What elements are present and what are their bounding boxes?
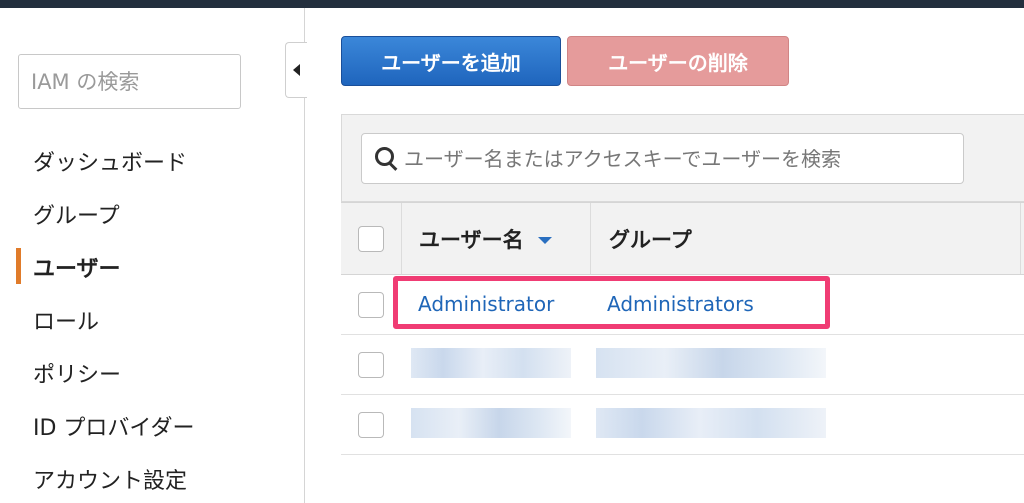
column-header-groups[interactable]: グループ (591, 203, 1021, 274)
sidebar-nav: ダッシュボード グループ ユーザー ロール ポリシー ID プロバイダー アカウ… (0, 134, 304, 503)
console-top-bar (0, 0, 1024, 8)
user-link[interactable]: Administrator (418, 275, 554, 333)
sidebar-item-users[interactable]: ユーザー (0, 240, 304, 293)
sidebar-item-label: ユーザー (33, 256, 121, 282)
sidebar-item-label: ダッシュボード (33, 150, 188, 176)
user-filter-input[interactable] (402, 134, 963, 183)
sidebar-item-label: アカウント設定 (33, 468, 188, 494)
sidebar-collapse-toggle[interactable] (285, 42, 307, 98)
caret-left-icon (293, 64, 300, 76)
iam-search-box[interactable] (18, 54, 241, 109)
sidebar-item-roles[interactable]: ロール (0, 293, 304, 346)
table-row: Administrator Administrators (341, 275, 1024, 335)
sidebar-item-label: ポリシー (33, 362, 122, 388)
redacted-groups (596, 348, 826, 378)
sidebar-item-identity-providers[interactable]: ID プロバイダー (0, 399, 304, 452)
column-header-label: ユーザー名 (419, 227, 524, 252)
search-icon (372, 144, 402, 174)
user-filter-box[interactable] (361, 133, 964, 184)
select-all-cell (341, 203, 402, 274)
sidebar-item-dashboard[interactable]: ダッシュボード (0, 134, 304, 187)
sidebar-item-label: グループ (33, 203, 120, 229)
sidebar: ダッシュボード グループ ユーザー ロール ポリシー ID プロバイダー アカウ… (0, 8, 305, 503)
sort-descending-icon[interactable] (537, 237, 552, 244)
row-checkbox[interactable] (358, 292, 384, 318)
sidebar-item-groups[interactable]: グループ (0, 187, 304, 240)
delete-user-button[interactable]: ユーザーの削除 (567, 36, 789, 86)
select-all-checkbox[interactable] (358, 225, 384, 252)
table-row-redacted (341, 335, 1024, 395)
redacted-username (411, 348, 571, 378)
column-header-username[interactable]: ユーザー名 (402, 203, 591, 274)
redacted-groups (596, 408, 826, 438)
filter-panel (341, 114, 1024, 202)
table-header: ユーザー名 グループ (341, 202, 1024, 275)
main-content: ユーザーを追加 ユーザーの削除 ユーザー名 グループ Administrator… (306, 8, 1024, 503)
table-row-redacted (341, 395, 1024, 455)
row-checkbox[interactable] (358, 352, 384, 378)
iam-search-input[interactable] (19, 55, 240, 108)
sidebar-item-label: ロール (33, 309, 100, 335)
sidebar-item-account-settings[interactable]: アカウント設定 (0, 452, 304, 503)
column-header-label: グループ (609, 227, 692, 252)
redacted-username (411, 408, 571, 438)
group-link[interactable]: Administrators (607, 275, 754, 333)
add-user-button[interactable]: ユーザーを追加 (341, 36, 561, 86)
sidebar-item-policies[interactable]: ポリシー (0, 346, 304, 399)
sidebar-item-label: ID プロバイダー (33, 415, 195, 441)
row-checkbox[interactable] (358, 412, 384, 438)
